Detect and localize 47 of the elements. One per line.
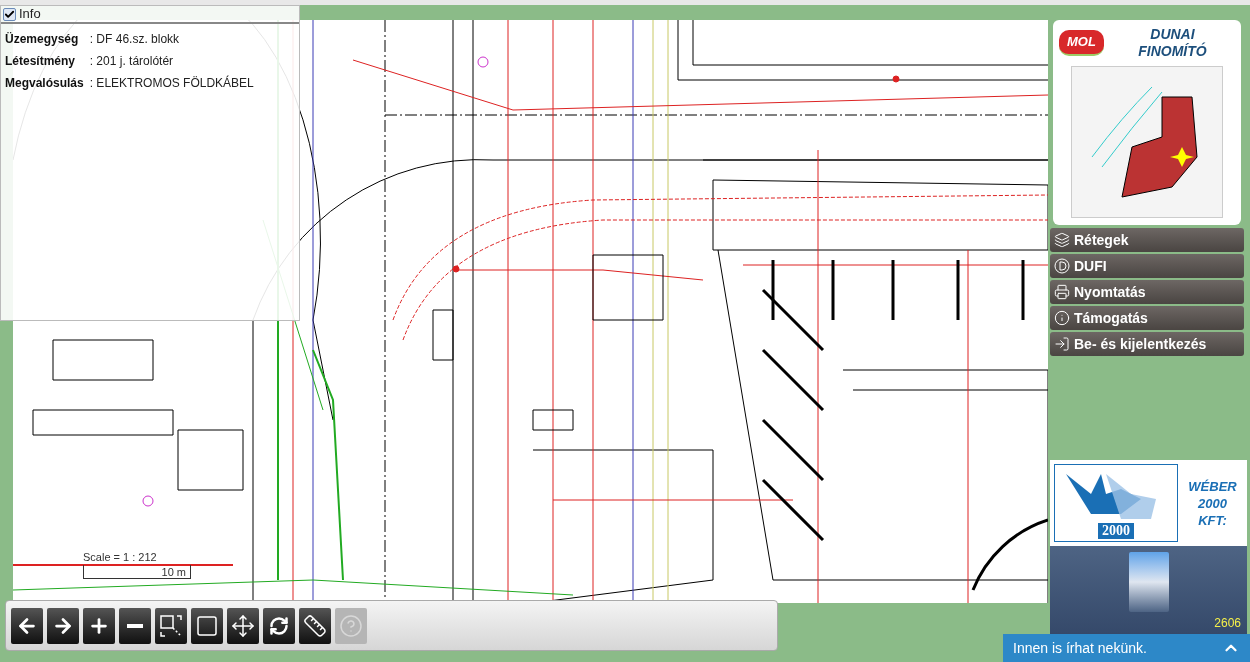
- toolbar-button[interactable]: [47, 607, 79, 644]
- attribute-value: : ELEKTROMOS FÖLDKÁBEL: [89, 74, 255, 92]
- counter-logo-icon: [1128, 552, 1169, 612]
- brand-name: DUNAI: [1150, 26, 1195, 42]
- ruler-icon: [303, 613, 327, 638]
- login-icon: [1054, 336, 1070, 352]
- check-icon: [4, 8, 15, 20]
- sponsor-name: KFT:: [1198, 511, 1227, 529]
- help-icon: [339, 613, 363, 638]
- brand-badge: MOL: [1059, 30, 1104, 56]
- attribute-name: Létesítmény: [5, 53, 77, 70]
- menu-item[interactable]: Nyomtatás: [1050, 280, 1244, 304]
- printer-icon: [1054, 284, 1070, 300]
- scale-bar: 10 m: [83, 565, 191, 579]
- square-icon: [195, 613, 219, 638]
- sponsor-logo-text: 2000: [1098, 523, 1134, 539]
- scale-label: Scale = 1 : 212: [83, 552, 158, 563]
- toolbar-button[interactable]: [227, 607, 259, 644]
- menu-item[interactable]: DUFI: [1050, 254, 1244, 278]
- toolbar-button[interactable]: [155, 607, 187, 644]
- toolbar-button[interactable]: [83, 607, 115, 644]
- layers-icon: [1054, 232, 1070, 248]
- move-icon: [231, 613, 255, 638]
- refresh-icon: [269, 615, 289, 636]
- sponsor-name: WÉBER: [1188, 477, 1237, 495]
- toolbar-button[interactable]: [11, 607, 43, 644]
- info-label: Info: [19, 5, 41, 24]
- toolbar-button[interactable]: [191, 607, 223, 644]
- zoom-box-icon: [159, 613, 183, 638]
- attribute-value: : 201 j. tárolótér: [89, 53, 175, 70]
- menu-item[interactable]: Rétegek: [1050, 228, 1244, 252]
- minus-icon: [127, 623, 143, 628]
- attribute-name: Üzemegység: [5, 31, 80, 48]
- toolbar-button[interactable]: [263, 607, 295, 644]
- menu-item[interactable]: Támogatás: [1050, 306, 1244, 330]
- info-checkbox[interactable]: [3, 7, 16, 21]
- toolbar-button[interactable]: [119, 607, 151, 644]
- menu-item[interactable]: Be- és kijelentkezés: [1050, 332, 1244, 356]
- attribute-value: : DF 46.sz. blokk: [89, 31, 181, 48]
- chat-bar[interactable]: Innen is írhat nekünk.: [1003, 634, 1250, 662]
- sponsor-name: 2000: [1198, 494, 1227, 512]
- attribute-name: Megvalósulás: [5, 75, 84, 92]
- info-icon: [1054, 310, 1070, 326]
- brand-name: FINOMÍTÓ: [1138, 43, 1207, 60]
- toolbar-button[interactable]: [299, 607, 331, 644]
- circled-d-icon: [1054, 258, 1070, 274]
- counter-value: 2606: [1214, 615, 1241, 632]
